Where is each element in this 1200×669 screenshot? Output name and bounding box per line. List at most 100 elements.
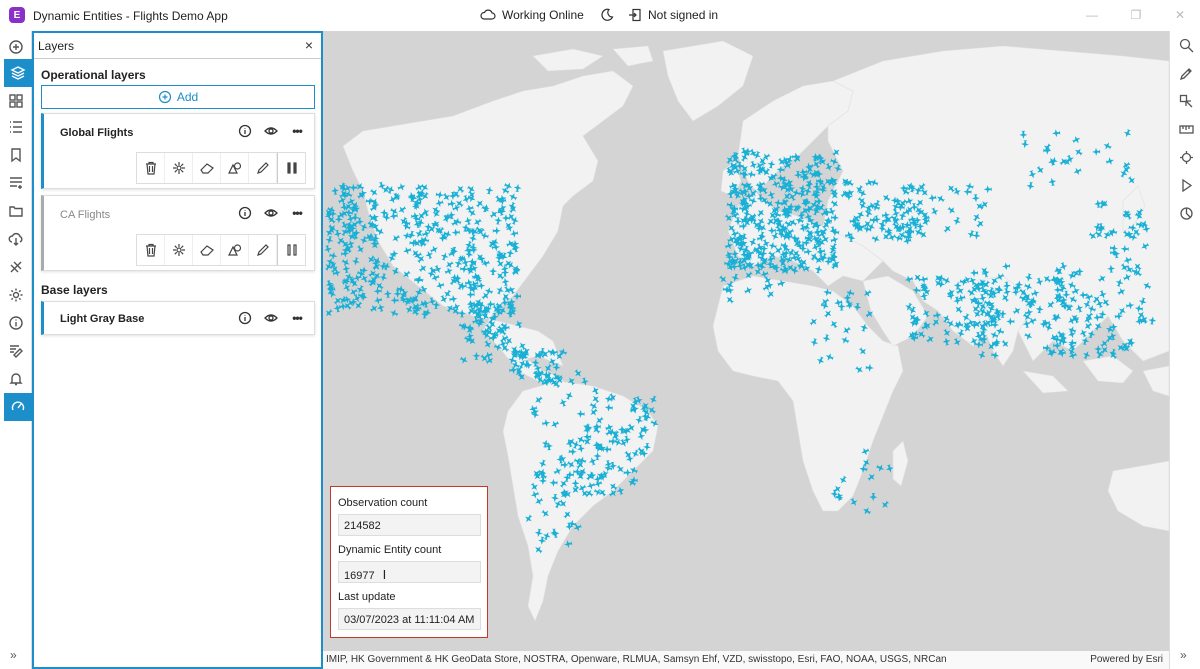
plane-icon[interactable] xyxy=(594,415,605,426)
plane-icon[interactable] xyxy=(1114,312,1124,321)
plane-icon[interactable] xyxy=(1105,156,1115,166)
plane-icon[interactable] xyxy=(355,244,366,255)
maximize-button[interactable]: ❐ xyxy=(1126,6,1146,24)
plane-icon[interactable] xyxy=(912,272,923,283)
plane-icon[interactable] xyxy=(1116,286,1127,297)
plane-icon[interactable] xyxy=(833,164,843,174)
plane-icon[interactable] xyxy=(1098,289,1108,299)
symbology-icon[interactable] xyxy=(165,153,193,183)
plane-icon[interactable] xyxy=(551,529,560,538)
add-layer-button[interactable]: Add xyxy=(41,85,315,109)
plane-icon[interactable] xyxy=(865,363,875,373)
plane-icon[interactable] xyxy=(568,447,577,456)
plane-icon[interactable] xyxy=(643,442,652,452)
plane-icon[interactable] xyxy=(854,364,865,375)
plane-icon[interactable] xyxy=(823,308,834,319)
plane-icon[interactable] xyxy=(463,216,473,226)
plane-icon[interactable] xyxy=(449,294,458,303)
plane-icon[interactable] xyxy=(562,509,573,520)
plane-icon[interactable] xyxy=(1078,328,1089,339)
plane-icon[interactable] xyxy=(954,320,964,330)
plane-icon[interactable] xyxy=(447,199,456,208)
plane-icon[interactable] xyxy=(776,165,785,174)
plane-icon[interactable] xyxy=(861,457,872,468)
plane-icon[interactable] xyxy=(407,191,416,201)
plane-icon[interactable] xyxy=(348,287,359,298)
plane-icon[interactable] xyxy=(921,308,932,319)
speed-icon[interactable] xyxy=(4,393,32,421)
plane-icon[interactable] xyxy=(831,147,842,158)
plane-icon[interactable] xyxy=(952,187,962,197)
plane-icon[interactable] xyxy=(814,197,823,206)
plane-icon[interactable] xyxy=(912,286,921,295)
select-icon[interactable] xyxy=(1176,91,1196,111)
plane-icon[interactable] xyxy=(458,321,468,331)
plane-icon[interactable] xyxy=(487,313,497,324)
plane-icon[interactable] xyxy=(604,403,613,412)
plane-icon[interactable] xyxy=(1073,146,1084,157)
visibility-eye-icon[interactable] xyxy=(264,311,278,325)
time-icon[interactable] xyxy=(1176,203,1196,223)
plane-icon[interactable] xyxy=(628,465,639,476)
plane-icon[interactable] xyxy=(771,179,781,189)
plane-icon[interactable] xyxy=(485,185,494,195)
plane-icon[interactable] xyxy=(402,231,412,241)
plane-icon[interactable] xyxy=(1031,288,1041,298)
plane-icon[interactable] xyxy=(1006,317,1015,326)
plane-icon[interactable] xyxy=(523,513,534,524)
plane-icon[interactable] xyxy=(933,311,942,320)
plane-icon[interactable] xyxy=(761,238,772,249)
plane-icon[interactable] xyxy=(435,281,445,291)
plane-icon[interactable] xyxy=(952,337,963,348)
plane-icon[interactable] xyxy=(325,235,335,245)
plane-icon[interactable] xyxy=(879,499,890,510)
plane-icon[interactable] xyxy=(1048,177,1057,187)
plane-icon[interactable] xyxy=(1107,264,1116,273)
plane-icon[interactable] xyxy=(928,193,937,202)
plane-icon[interactable] xyxy=(991,351,1000,360)
plane-icon[interactable] xyxy=(593,452,602,461)
plane-icon[interactable] xyxy=(777,278,787,288)
plane-icon[interactable] xyxy=(1035,277,1045,287)
plane-icon[interactable] xyxy=(1082,321,1093,332)
plane-icon[interactable] xyxy=(418,263,429,274)
plane-icon[interactable] xyxy=(459,355,470,366)
plane-icon[interactable] xyxy=(963,187,972,196)
minimize-button[interactable]: — xyxy=(1082,6,1102,24)
plane-icon[interactable] xyxy=(1097,273,1108,284)
plane-icon[interactable] xyxy=(573,368,584,379)
plane-icon[interactable] xyxy=(351,257,361,267)
plane-icon[interactable] xyxy=(862,288,873,299)
plane-icon[interactable] xyxy=(718,274,729,285)
plane-icon[interactable] xyxy=(580,377,590,387)
plane-icon[interactable] xyxy=(509,366,518,375)
layers-icon[interactable] xyxy=(4,59,32,87)
close-panel-button[interactable]: × xyxy=(305,37,313,53)
plane-icon[interactable] xyxy=(1122,128,1132,138)
plane-icon[interactable] xyxy=(1052,129,1061,138)
plane-icon[interactable] xyxy=(853,302,862,312)
plane-icon[interactable] xyxy=(531,358,540,367)
plane-icon[interactable] xyxy=(955,285,966,296)
plane-icon[interactable] xyxy=(396,204,407,215)
plane-icon[interactable] xyxy=(592,422,601,431)
plane-icon[interactable] xyxy=(566,375,577,386)
plane-icon[interactable] xyxy=(590,385,601,396)
plane-icon[interactable] xyxy=(407,230,417,240)
plane-icon[interactable] xyxy=(549,419,560,430)
plane-icon[interactable] xyxy=(549,478,558,487)
plane-icon[interactable] xyxy=(812,235,823,246)
plane-icon[interactable] xyxy=(451,228,460,237)
collapse-toolbar-button[interactable]: » xyxy=(1180,648,1187,662)
symbology-icon[interactable] xyxy=(165,235,193,265)
plane-icon[interactable] xyxy=(822,334,831,343)
search-icon[interactable] xyxy=(1176,35,1196,55)
plane-icon[interactable] xyxy=(472,217,483,228)
plane-icon[interactable] xyxy=(859,464,868,473)
plane-icon[interactable] xyxy=(747,237,758,248)
plane-icon[interactable] xyxy=(584,471,595,482)
plane-icon[interactable] xyxy=(1081,350,1091,360)
plane-icon[interactable] xyxy=(542,363,553,374)
plane-icon[interactable] xyxy=(999,292,1010,303)
plane-icon[interactable] xyxy=(390,233,401,244)
